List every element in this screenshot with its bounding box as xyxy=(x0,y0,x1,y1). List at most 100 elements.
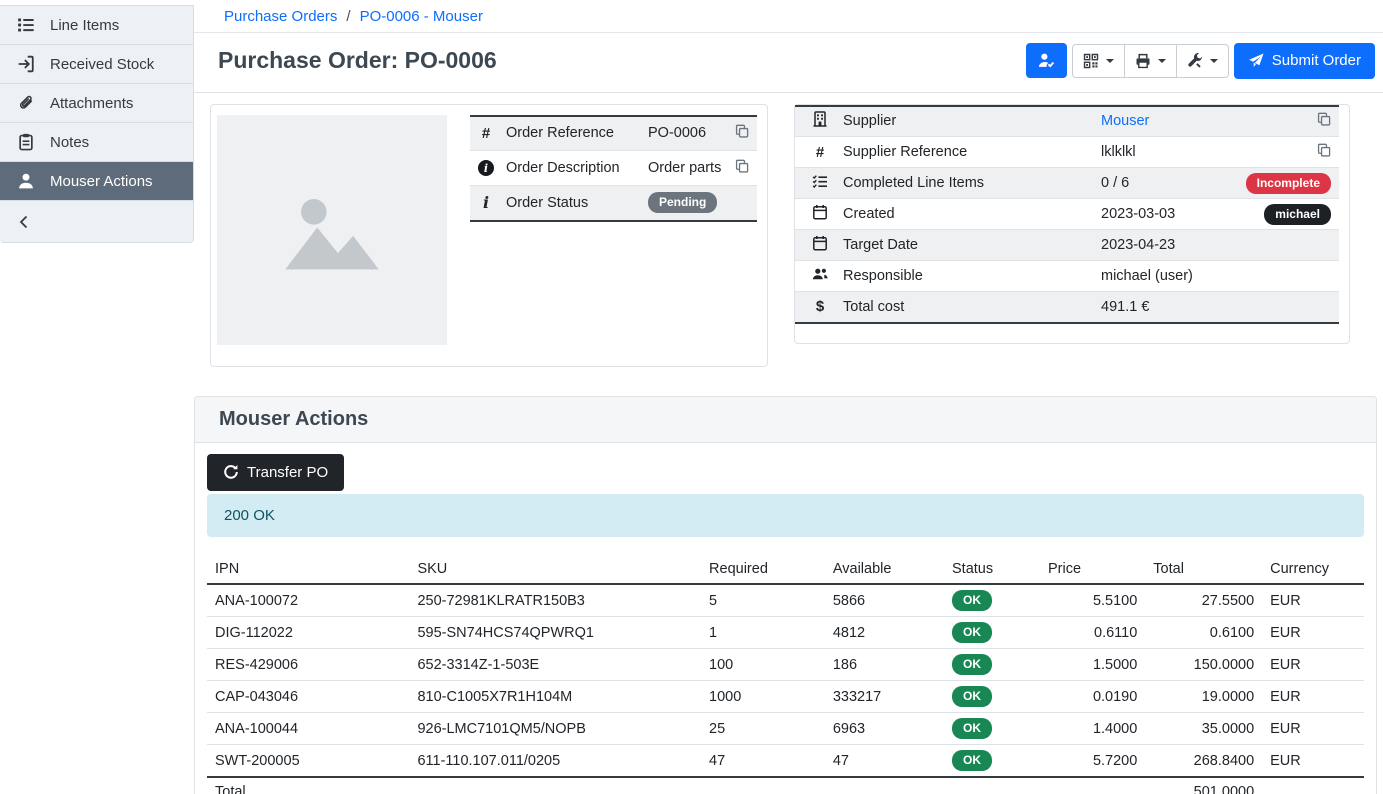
cell-ipn: SWT-200005 xyxy=(207,745,409,778)
cell-required: 5 xyxy=(701,584,825,617)
issue-order-button[interactable] xyxy=(1026,43,1067,78)
paper-plane-icon xyxy=(1248,53,1264,69)
col-header-price: Price xyxy=(1040,555,1145,584)
sidebar: Line Items Received Stock Attachments No… xyxy=(0,0,194,794)
cell-price: 5.7200 xyxy=(1040,745,1145,778)
header-button-group xyxy=(1072,44,1229,78)
detail-row-created: Created 2023-03-03 michael xyxy=(795,199,1339,230)
sidebar-item-attachments[interactable]: Attachments xyxy=(0,84,193,123)
sidebar-item-notes[interactable]: Notes xyxy=(0,123,193,162)
chevron-down-icon xyxy=(1158,59,1166,63)
chevron-down-icon xyxy=(1210,59,1218,63)
order-detail-table: # Order Reference PO-0006 i Order Descri… xyxy=(470,115,757,222)
copy-button[interactable] xyxy=(1317,112,1331,126)
barcode-actions-button[interactable] xyxy=(1072,44,1125,78)
detail-label: Created xyxy=(839,199,1097,230)
cell-total: 0.6100 xyxy=(1145,617,1262,649)
cell-currency: EUR xyxy=(1262,617,1364,649)
user-badge: michael xyxy=(1264,204,1331,225)
table-footer-row: Total 501.0000 xyxy=(207,777,1364,794)
cell-required: 100 xyxy=(701,649,825,681)
detail-value: 2023-04-23 xyxy=(1097,230,1219,261)
breadcrumb-link-purchase-orders[interactable]: Purchase Orders xyxy=(224,8,337,25)
detail-row-supplier: Supplier Mouser xyxy=(795,106,1339,137)
status-alert: 200 OK xyxy=(207,494,1364,537)
cell-price: 1.4000 xyxy=(1040,713,1145,745)
breadcrumb-current[interactable]: PO-0006 - Mouser xyxy=(360,8,483,25)
dollar-icon: $ xyxy=(812,298,828,315)
cell-sku: 926-LMC7101QM5/NOPB xyxy=(409,713,701,745)
detail-label: Order Reference xyxy=(502,116,644,151)
order-actions-button[interactable] xyxy=(1177,44,1229,78)
paperclip-icon xyxy=(17,94,35,112)
supplier-link[interactable]: Mouser xyxy=(1101,113,1149,129)
cell-currency: EUR xyxy=(1262,649,1364,681)
sidebar-item-received-stock[interactable]: Received Stock xyxy=(0,45,193,84)
cell-sku: 595-SN74HCS74QPWRQ1 xyxy=(409,617,701,649)
table-row: DIG-112022 595-SN74HCS74QPWRQ1 1 4812 OK… xyxy=(207,617,1364,649)
cell-required: 25 xyxy=(701,713,825,745)
cell-total: 268.8400 xyxy=(1145,745,1262,778)
detail-label: Order Status xyxy=(502,186,644,221)
table-header-row: IPN SKU Required Available Status Price … xyxy=(207,555,1364,584)
print-actions-button[interactable] xyxy=(1125,44,1177,78)
cell-sku: 652-3314Z-1-503E xyxy=(409,649,701,681)
copy-icon xyxy=(1317,112,1331,126)
detail-row-order-description: i Order Description Order parts xyxy=(470,151,757,186)
sidebar-collapse-button[interactable] xyxy=(0,201,193,242)
table-row: ANA-100044 926-LMC7101QM5/NOPB 25 6963 O… xyxy=(207,713,1364,745)
copy-button[interactable] xyxy=(735,124,749,138)
transfer-po-label: Transfer PO xyxy=(247,463,328,483)
detail-label: Responsible xyxy=(839,261,1097,292)
mouser-actions-panel: Mouser Actions Transfer PO 200 OK IPN xyxy=(194,396,1377,794)
cell-price: 1.5000 xyxy=(1040,649,1145,681)
detail-row-responsible: Responsible michael (user) xyxy=(795,261,1339,292)
cell-available: 333217 xyxy=(825,681,944,713)
cell-ipn: ANA-100044 xyxy=(207,713,409,745)
cell-ipn: DIG-112022 xyxy=(207,617,409,649)
calendar-icon xyxy=(812,235,828,251)
cell-currency: EUR xyxy=(1262,584,1364,617)
col-header-required: Required xyxy=(701,555,825,584)
copy-button[interactable] xyxy=(1317,143,1331,157)
info-icon: i xyxy=(483,193,489,212)
supplier-details-card: Supplier Mouser # Supplier Reference lkl… xyxy=(794,104,1350,344)
calendar-icon xyxy=(812,204,828,220)
cell-price: 5.5100 xyxy=(1040,584,1145,617)
cell-ipn: RES-429006 xyxy=(207,649,409,681)
sidebar-item-label: Notes xyxy=(50,134,89,151)
cell-required: 47 xyxy=(701,745,825,778)
status-ok-badge: OK xyxy=(952,654,992,675)
detail-row-supplier-reference: # Supplier Reference lklklkl xyxy=(795,137,1339,168)
order-details: # Order Reference PO-0006 i Order Descri… xyxy=(194,93,1383,367)
col-header-total: Total xyxy=(1145,555,1262,584)
detail-value: PO-0006 xyxy=(644,116,729,151)
detail-label: Order Description xyxy=(502,151,644,186)
main-content: Purchase Orders / PO-0006 - Mouser Purch… xyxy=(194,0,1383,794)
sidebar-item-label: Line Items xyxy=(50,17,119,34)
status-ok-badge: OK xyxy=(952,750,992,771)
status-ok-badge: OK xyxy=(952,622,992,643)
panel-body: Transfer PO 200 OK IPN SKU Required Avai… xyxy=(195,443,1376,794)
header-actions: Submit Order xyxy=(1026,43,1375,79)
sign-in-icon xyxy=(17,55,35,73)
sidebar-item-label: Mouser Actions xyxy=(50,173,153,190)
cell-price: 0.6110 xyxy=(1040,617,1145,649)
sidebar-item-label: Received Stock xyxy=(50,56,154,73)
sidebar-item-mouser-actions[interactable]: Mouser Actions xyxy=(0,162,193,201)
copy-icon xyxy=(1317,143,1331,157)
detail-label: Supplier xyxy=(839,106,1097,137)
detail-value: Order parts xyxy=(644,151,729,186)
order-image-placeholder[interactable] xyxy=(217,115,447,345)
footer-total-label: Total xyxy=(207,777,1145,794)
submit-order-button[interactable]: Submit Order xyxy=(1234,43,1375,79)
cell-ipn: ANA-100072 xyxy=(207,584,409,617)
list-icon xyxy=(17,16,35,34)
cell-required: 1 xyxy=(701,617,825,649)
incomplete-badge: Incomplete xyxy=(1246,173,1331,194)
sidebar-item-line-items[interactable]: Line Items xyxy=(0,6,193,45)
cell-currency: EUR xyxy=(1262,713,1364,745)
transfer-po-button[interactable]: Transfer PO xyxy=(207,454,344,492)
copy-button[interactable] xyxy=(735,159,749,173)
cell-price: 0.0190 xyxy=(1040,681,1145,713)
